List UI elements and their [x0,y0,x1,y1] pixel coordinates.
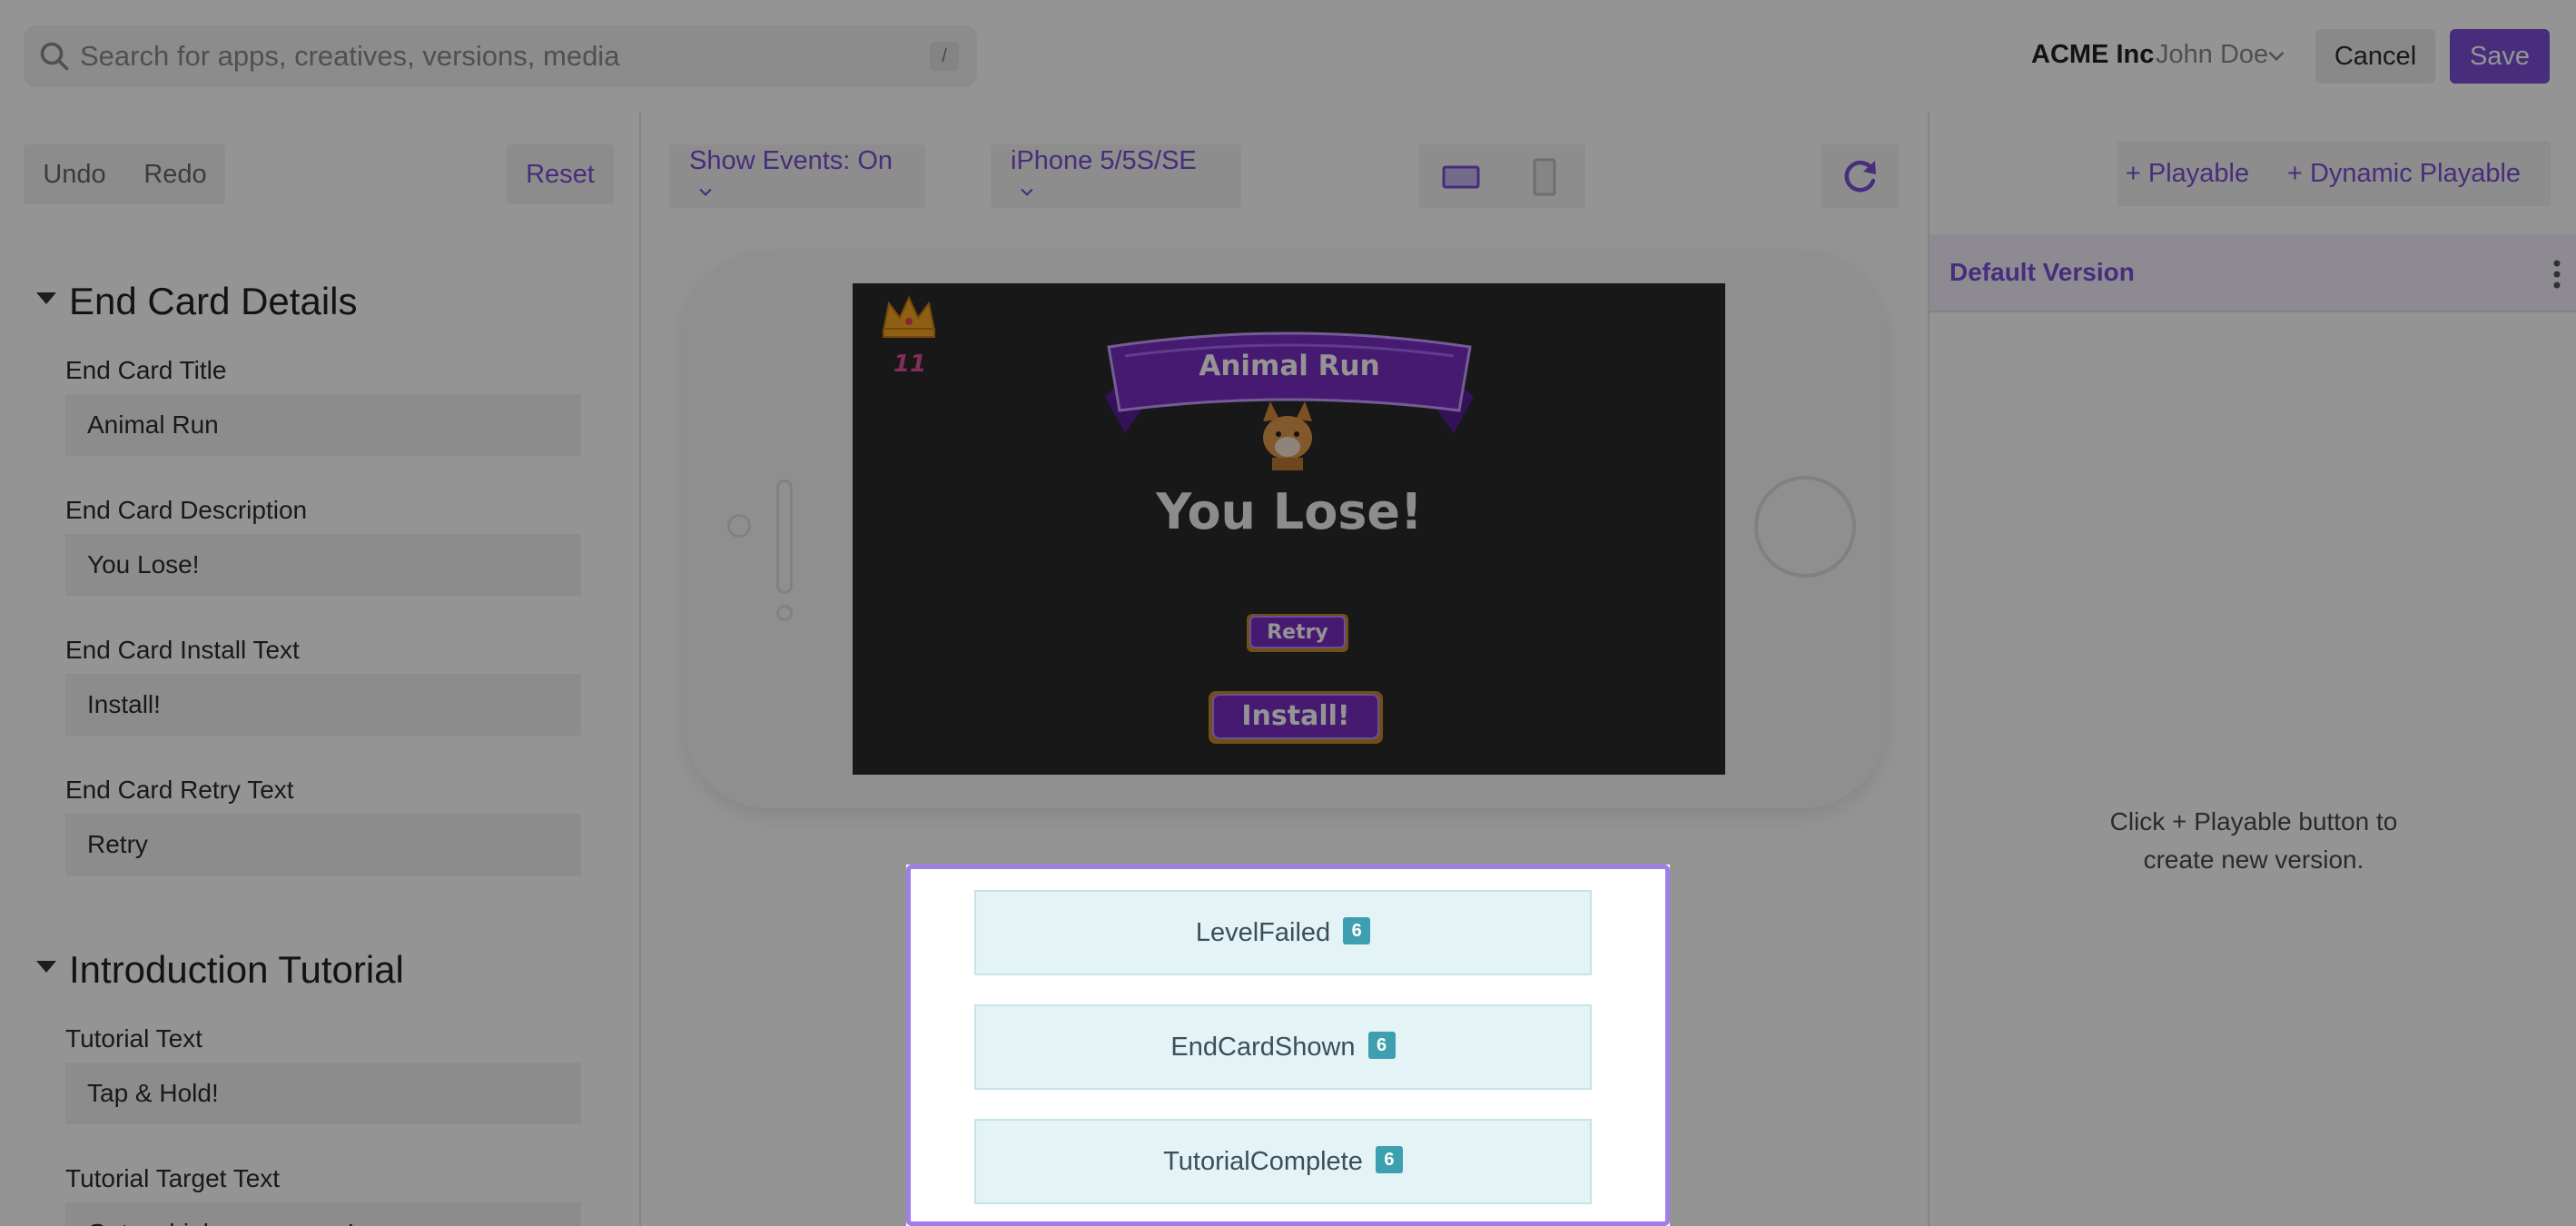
field-label-tutorial-text: Tutorial Text [65,1024,202,1053]
caret-down-icon [36,961,56,974]
save-button[interactable]: Save [2450,29,2550,84]
game-preview-screen[interactable]: 11 Animal Run You Lose! Retry Install! [853,283,1725,775]
chevron-down-icon [699,189,712,197]
refresh-button[interactable] [1821,144,1899,208]
phone-camera [727,514,751,538]
event-item[interactable]: TutorialComplete 6 [974,1119,1592,1204]
install-label: Install! [1241,700,1349,732]
event-name: LevelFailed [1195,918,1331,947]
event-item[interactable]: EndCardShown 6 [974,1004,1592,1090]
empty-versions-message: Click + Playable button to create new ve… [1930,803,2576,879]
add-playable-button[interactable]: + Playable [2117,141,2257,206]
events-panel: LevelFailed 6 EndCardShown 6 TutorialCompl… [906,865,1670,1226]
phone-frame: 11 Animal Run You Lose! Retry Install! [685,251,1885,808]
end-card-retry-input[interactable] [65,814,581,875]
retry-label: Retry [1267,621,1328,644]
landscape-toggle[interactable] [1418,144,1502,208]
cancel-button[interactable]: Cancel [2315,29,2435,84]
score-value: 11 [893,351,926,378]
game-end-card: 11 Animal Run You Lose! Retry Install! [853,283,1725,775]
install-button[interactable]: Install! [1209,691,1383,744]
phone-home-button [1754,476,1856,578]
end-card-title-input[interactable] [65,394,581,456]
search-shortcut-hint: / [930,42,959,71]
field-label-end-card-title: End Card Title [65,356,227,384]
kebab-menu-icon[interactable] [2552,258,2561,291]
banner-title: Animal Run [1199,350,1379,382]
version-title: Default Version [1949,258,2135,286]
portrait-toggle[interactable] [1502,144,1585,208]
device-label: iPhone 5/5S/SE [1011,146,1197,175]
tutorial-target-input[interactable] [65,1202,581,1226]
event-count-badge: 6 [1343,917,1371,945]
device-dropdown[interactable]: iPhone 5/5S/SE [991,144,1241,208]
portrait-icon [1533,158,1556,196]
refresh-icon [1844,160,1876,193]
event-name: EndCardShown [1170,1033,1356,1062]
search-bar[interactable]: / [24,25,977,87]
preview-area: Show Events: On iPhone 5/5S/SE 11 Animal… [641,113,1928,1226]
chevron-down-icon[interactable] [2265,44,2288,67]
section-heading: Introduction Tutorial [69,948,404,991]
end-card-install-input[interactable] [65,674,581,736]
user-menu[interactable]: John Doe [2156,40,2268,70]
chevron-down-icon [1021,189,1033,197]
redo-button[interactable]: Redo [125,144,225,204]
field-label-end-card-retry: End Card Retry Text [65,776,294,804]
top-bar: / ACME Inc John Doe Cancel Save [0,0,2576,113]
empty-message-line: create new version. [2143,845,2364,874]
event-count-badge: 6 [1367,1032,1396,1060]
org-name: ACME Inc [2031,40,2155,69]
section-heading: End Card Details [69,280,358,322]
field-label-tutorial-target: Tutorial Target Text [65,1164,281,1192]
show-events-label: Show Events: On [689,146,893,175]
search-input[interactable] [80,25,897,87]
section-end-card-details[interactable]: End Card Details [36,280,357,323]
result-text: You Lose! [1155,483,1422,540]
field-label-end-card-install: End Card Install Text [65,636,300,664]
versions-panel: + Playable + Dynamic Playable Default Ve… [1928,113,2576,1226]
show-events-dropdown[interactable]: Show Events: On [669,144,925,208]
phone-speaker [776,480,793,594]
phone-sensor [776,605,793,621]
event-count-badge: 6 [1375,1146,1403,1174]
search-icon [40,42,69,71]
settings-panel: Undo Redo Reset End Card Details End Car… [0,113,641,1226]
section-introduction-tutorial[interactable]: Introduction Tutorial [36,948,404,992]
field-label-end-card-description: End Card Description [65,496,308,524]
end-card-description-input[interactable] [65,534,581,596]
caret-down-icon [36,292,56,305]
landscape-icon [1442,165,1480,189]
retry-button[interactable]: Retry [1247,614,1348,652]
event-name: TutorialComplete [1163,1147,1363,1176]
undo-button[interactable]: Undo [24,144,125,204]
tutorial-text-input[interactable] [65,1063,581,1124]
event-item[interactable]: LevelFailed 6 [974,890,1592,975]
version-item-default[interactable]: Default Version [1930,234,2576,312]
add-dynamic-playable-button[interactable]: + Dynamic Playable [2257,141,2551,206]
empty-message-line: Click + Playable button to [2109,807,2398,835]
reset-button[interactable]: Reset [507,144,614,204]
